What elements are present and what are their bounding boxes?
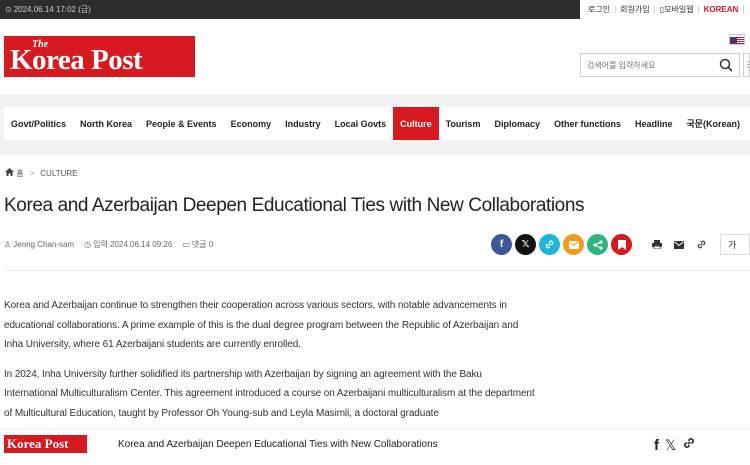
article-body: Korea and Azerbaijan continue to strengt… — [4, 296, 536, 433]
sticky-title: Korea and Azerbaijan Deepen Educational … — [118, 439, 438, 450]
logo-name: Korea Post — [10, 44, 143, 76]
facebook-icon[interactable]: f — [491, 234, 512, 255]
nav-item-local-govts[interactable]: Local Govts — [328, 107, 394, 140]
search-box — [580, 53, 740, 77]
nav-item-industry[interactable]: Industry — [278, 107, 328, 140]
top-links: 로그인 | 회원가입 | ▯모바일웹 | KOREAN | — [580, 0, 750, 19]
link-icon[interactable] — [690, 234, 712, 255]
nav-item-north-korea[interactable]: North Korea — [73, 107, 139, 140]
chevron-right-icon: > — [29, 169, 35, 178]
facebook-icon[interactable]: f — [654, 437, 659, 454]
divider — [4, 270, 750, 271]
search-icon[interactable] — [719, 58, 733, 77]
us-flag-icon[interactable] — [729, 34, 745, 45]
clock-icon: ⊙ — [5, 5, 12, 14]
nav-item-people-events[interactable]: People & Events — [139, 107, 224, 140]
nav-item-govt-politics[interactable]: Govt/Politics — [4, 107, 73, 140]
comment-count[interactable]: ▭ 댓글 0 — [182, 239, 213, 250]
publish-date: ◷ 입력 2024.06.14 09:26 — [84, 240, 173, 249]
date-text: 2024.06.14 17:02 (금) — [13, 5, 91, 14]
nav-item-diplomacy[interactable]: Diplomacy — [487, 107, 547, 140]
site-logo[interactable]: The Korea Post — [4, 36, 195, 77]
article-title: Korea and Azerbaijan Deepen Educational … — [4, 195, 585, 216]
top-bar: ⊙ 2024.06.14 17:02 (금) 로그인 | 회원가입 | ▯모바일… — [0, 0, 750, 19]
article-meta: ♙ Jeong Chan-sam ◷ 입력 2024.06.14 09:26 ▭ 댓글… — [4, 239, 213, 250]
author: ♙ Jeong Chan-sam — [4, 240, 75, 249]
current-date: ⊙ 2024.06.14 17:02 (금) — [5, 4, 91, 15]
breadcrumb: 홈 > CULTURE — [5, 168, 77, 179]
article-tools — [646, 234, 712, 255]
mobile-link[interactable]: ▯모바일웹 — [660, 4, 694, 15]
nav-item-korean[interactable]: 국문(Korean) — [679, 107, 747, 140]
clock-icon: ◷ — [84, 240, 92, 249]
nav-item-headline[interactable]: Headline — [628, 107, 680, 140]
bookmark-icon[interactable] — [611, 234, 632, 255]
nav-item-tourism[interactable]: Tourism — [439, 107, 488, 140]
sticky-share-icons: f 𝕏 — [654, 436, 696, 455]
signup-link[interactable]: 회원가입 — [620, 4, 649, 15]
share-icon[interactable] — [587, 234, 608, 255]
print-icon[interactable] — [646, 234, 668, 255]
nav-item-other-functions[interactable]: Other functions — [547, 107, 628, 140]
paragraph: In 2024, Inha University further solidif… — [4, 368, 535, 419]
person-icon: ♙ — [4, 240, 12, 249]
paragraph: Korea and Azerbaijan continue to strengt… — [4, 300, 519, 350]
link-icon[interactable] — [682, 436, 696, 455]
breadcrumb-section[interactable]: CULTURE — [40, 169, 77, 178]
email-icon[interactable] — [563, 234, 584, 255]
login-link[interactable]: 로그인 — [588, 4, 610, 15]
share-buttons: f 𝕏 — [491, 234, 632, 255]
link-icon[interactable] — [539, 234, 560, 255]
sticky-logo[interactable]: Korea Post — [4, 435, 87, 453]
korean-link[interactable]: KOREAN — [704, 5, 739, 14]
x-icon[interactable]: 𝕏 — [665, 437, 676, 454]
nav-item-culture[interactable]: Culture — [393, 107, 439, 140]
nav-item-economy[interactable]: Economy — [224, 107, 279, 140]
mail-icon[interactable] — [668, 234, 690, 255]
home-link[interactable]: 홈 — [5, 168, 24, 179]
sticky-article-bar: Korea Post Korea and Azerbaijan Deepen E… — [0, 428, 750, 465]
home-icon — [5, 168, 14, 176]
font-size-button[interactable]: 가 — [720, 234, 750, 255]
menu-icon[interactable]: ⋮ — [743, 53, 750, 77]
x-icon[interactable]: 𝕏 — [515, 234, 536, 255]
main-nav: Govt/Politics North Korea People & Event… — [4, 107, 750, 140]
search-input[interactable] — [581, 54, 711, 76]
comment-icon: ▭ — [182, 240, 190, 249]
